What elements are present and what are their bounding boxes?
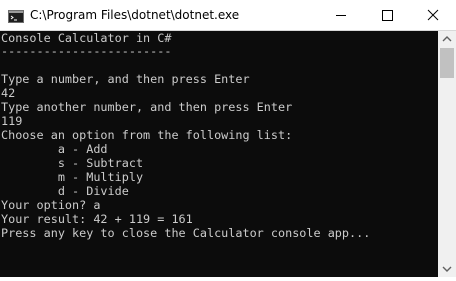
maximize-button[interactable]	[364, 0, 410, 30]
maximize-icon	[382, 10, 393, 21]
console-line: ------------------------	[1, 44, 172, 58]
console-output[interactable]: Console Calculator in C# ---------------…	[0, 31, 438, 277]
minimize-button[interactable]	[318, 0, 364, 30]
console-app-icon[interactable]	[8, 8, 24, 23]
console-line: Type another number, and then press Ente…	[1, 100, 293, 114]
console-line: 42	[1, 86, 16, 100]
console-window: C:\Program Files\dotnet\dotnet.exe Conso…	[0, 0, 456, 277]
console-line: Console Calculator in C#	[1, 31, 172, 45]
console-line: d - Divide	[1, 184, 129, 198]
minimize-icon	[336, 15, 346, 16]
scroll-up-button[interactable]	[438, 31, 456, 48]
close-button[interactable]	[410, 0, 456, 30]
console-line: m - Multiply	[1, 170, 144, 184]
console-line: Your result: 42 + 119 = 161	[1, 212, 193, 226]
close-icon	[427, 9, 439, 21]
chevron-down-icon	[442, 266, 452, 272]
console-line: Type a number, and then press Enter	[1, 72, 250, 86]
console-line: 119	[1, 114, 23, 128]
scrollbar-thumb[interactable]	[440, 48, 454, 78]
console-line: Your option? a	[1, 198, 101, 212]
console-line: s - Subtract	[1, 156, 144, 170]
vertical-scrollbar[interactable]	[438, 31, 456, 277]
window-title: C:\Program Files\dotnet\dotnet.exe	[30, 8, 240, 22]
console-line: Choose an option from the following list…	[1, 128, 293, 142]
scroll-down-button[interactable]	[438, 260, 456, 277]
console-line: a - Add	[1, 142, 108, 156]
chevron-up-icon	[442, 36, 452, 42]
console-line: Press any key to close the Calculator co…	[1, 226, 371, 240]
title-bar[interactable]: C:\Program Files\dotnet\dotnet.exe	[0, 0, 456, 31]
